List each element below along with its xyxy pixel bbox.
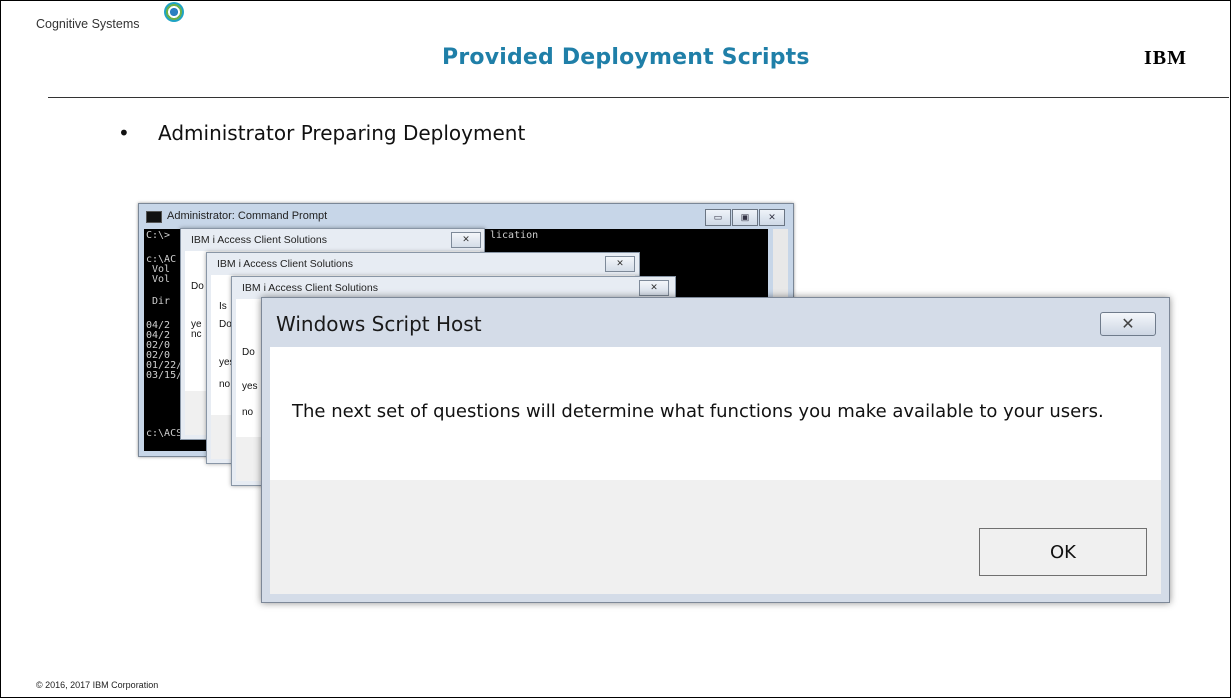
bullet-text: Administrator Preparing Deployment [158, 121, 526, 145]
cmd-icon [146, 211, 162, 223]
close-button[interactable]: ✕ [451, 232, 481, 248]
acs-text: Is [219, 301, 227, 312]
close-button[interactable]: ✕ [1100, 312, 1156, 336]
bullet-icon: • [118, 121, 130, 145]
acs-text: no [242, 407, 254, 418]
slide-title: Provided Deployment Scripts [442, 45, 810, 70]
dialog-footer: OK [270, 480, 1161, 594]
dialog-title: Windows Script Host [276, 312, 482, 336]
copyright: © 2016, 2017 IBM Corporation [36, 680, 159, 690]
cmd-titlebar[interactable]: Administrator: Command Prompt ▭ ▣ ✕ [139, 204, 793, 228]
console-line: Vol [146, 274, 171, 285]
minimize-button[interactable]: ▭ [705, 209, 731, 226]
acs-text: no [219, 379, 231, 390]
console-line: Dir [146, 296, 171, 307]
console-line-partial: lication [490, 230, 539, 241]
close-button[interactable]: ✕ [639, 280, 669, 296]
ibm-logo: IBM [1144, 47, 1187, 69]
dialog-body: The next set of questions will determine… [270, 347, 1161, 480]
acs-dialog-title: IBM i Access Client Solutions [242, 282, 378, 294]
acs-text: Do [191, 281, 204, 292]
acs-dialog-title: IBM i Access Client Solutions [217, 258, 353, 270]
cognitive-logo-icon [164, 2, 184, 22]
bullet-item: • Administrator Preparing Deployment [118, 121, 525, 145]
windows-script-host-dialog[interactable]: Windows Script Host ✕ The next set of qu… [261, 297, 1170, 603]
console-line: C:\> [146, 230, 171, 241]
close-button[interactable]: ✕ [605, 256, 635, 272]
brand-label: Cognitive Systems [36, 17, 140, 31]
header-divider [48, 97, 1229, 98]
close-button[interactable]: ✕ [759, 209, 785, 226]
ok-button[interactable]: OK [979, 528, 1147, 576]
close-icon: ✕ [1121, 316, 1135, 333]
dialog-message: The next set of questions will determine… [292, 401, 1104, 422]
acs-dialog-title: IBM i Access Client Solutions [191, 234, 327, 246]
maximize-button[interactable]: ▣ [732, 209, 758, 226]
acs-text: Do [242, 347, 255, 358]
acs-text: nc [191, 329, 202, 340]
acs-text: Do [219, 319, 232, 330]
cmd-title: Administrator: Command Prompt [167, 210, 328, 222]
acs-text: yes [242, 381, 258, 392]
